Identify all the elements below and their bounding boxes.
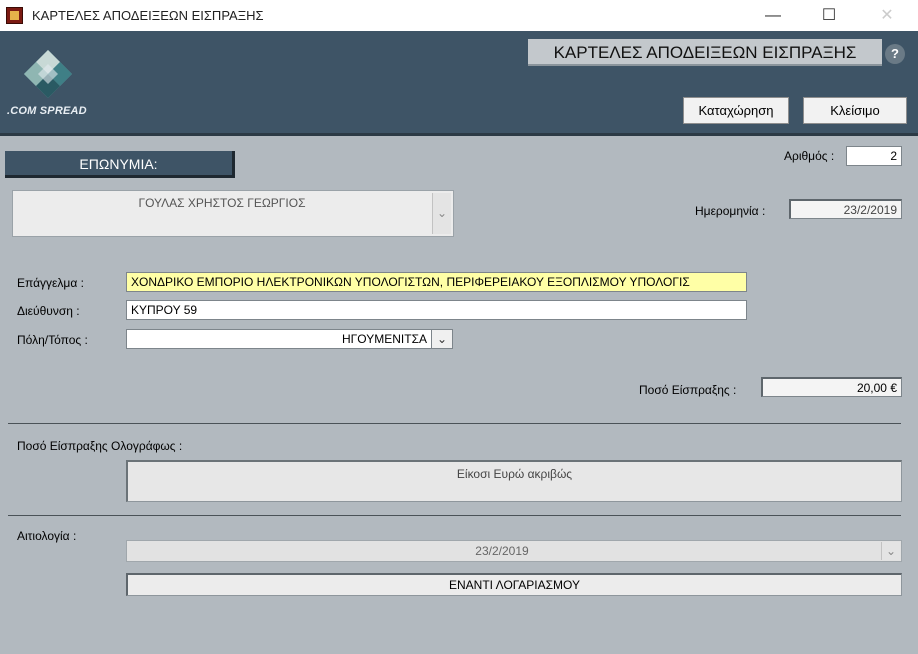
eponymia-label: ΕΠΩΝΥΜΙΑ: <box>5 151 235 178</box>
close-window-button[interactable]: ✕ <box>864 0 910 31</box>
amount-words-label: Ποσό Είσπραξης Ολογράφως : <box>17 439 183 453</box>
chevron-down-icon[interactable]: ⌄ <box>881 542 900 560</box>
close-button[interactable]: Κλείσιμο <box>803 97 907 124</box>
title-bar: ΚΑΡΤΕΛΕΣ ΑΠΟΔΕΙΞΕΩΝ ΕΙΣΠΡΑΞΗΣ — ☐ ✕ <box>0 0 918 31</box>
form-title: ΚΑΡΤΕΛΕΣ ΑΠΟΔΕΙΞΕΩΝ ΕΙΣΠΡΑΞΗΣ <box>528 39 882 66</box>
reason-value: ΕΝΑΝΤΙ ΛΟΓΑΡΙΑΣΜΟΥ <box>449 578 580 592</box>
amount-label: Ποσό Είσπραξης : <box>639 383 737 397</box>
question-mark-icon[interactable]: ? <box>885 44 905 64</box>
reason-select-value: 23/2/2019 <box>475 544 529 558</box>
number-field[interactable]: 2 <box>846 146 902 166</box>
reason-field[interactable]: ΕΝΑΝΤΙ ΛΟΓΑΡΙΑΣΜΟΥ <box>126 573 902 596</box>
date-label: Ημερομηνία : <box>695 204 766 218</box>
window-title: ΚΑΡΤΕΛΕΣ ΑΠΟΔΕΙΞΕΩΝ ΕΙΣΠΡΑΞΗΣ <box>32 8 264 23</box>
number-label: Αριθμός : <box>784 149 835 163</box>
reason-label: Αιτιολογία : <box>17 529 77 543</box>
app-icon <box>6 7 23 24</box>
chevron-down-icon[interactable]: ⌄ <box>431 329 453 349</box>
date-field[interactable]: 23/2/2019 <box>789 199 902 219</box>
amount-field[interactable]: 20,00 € <box>761 377 902 397</box>
customer-name-value: ΓΟΥΛΑΣ ΧΡΗΣΤΟΣ ΓΕΩΡΓΙΟΣ <box>138 196 306 210</box>
maximize-button[interactable]: ☐ <box>806 0 852 31</box>
amount-words-field[interactable]: Είκοσι Ευρώ ακριβώς <box>126 460 902 502</box>
city-select[interactable]: ΗΓΟΥΜΕΝΙΤΣΑ <box>126 329 432 349</box>
profession-label: Επάγγελμα : <box>17 276 84 290</box>
logo-text: .COM SPREAD <box>7 105 87 117</box>
address-field[interactable]: ΚΥΠΡΟΥ 59 <box>126 300 747 320</box>
city-label: Πόλη/Τόπος : <box>17 333 88 347</box>
minimize-button[interactable]: — <box>750 0 796 31</box>
divider <box>8 515 901 516</box>
save-button[interactable]: Καταχώρηση <box>683 97 789 124</box>
amount-words-value: Είκοσι Ευρώ ακριβώς <box>456 467 573 481</box>
logo-icon <box>24 50 72 98</box>
form-header: .COM SPREAD ΚΑΡΤΕΛΕΣ ΑΠΟΔΕΙΞΕΩΝ ΕΙΣΠΡΑΞΗ… <box>0 31 918 136</box>
address-label: Διεύθυνση : <box>17 304 80 318</box>
reason-select[interactable]: 23/2/2019 ⌄ <box>126 540 902 562</box>
customer-name-select[interactable]: ΓΟΥΛΑΣ ΧΡΗΣΤΟΣ ΓΕΩΡΓΙΟΣ ⌄ <box>12 190 454 237</box>
divider <box>8 423 901 424</box>
chevron-down-icon[interactable]: ⌄ <box>432 193 451 234</box>
profession-field[interactable]: ΧΟΝΔΡΙΚΟ ΕΜΠΟΡΙΟ ΗΛΕΚΤΡΟΝΙΚΩΝ ΥΠΟΛΟΓΙΣΤΩ… <box>126 272 747 292</box>
